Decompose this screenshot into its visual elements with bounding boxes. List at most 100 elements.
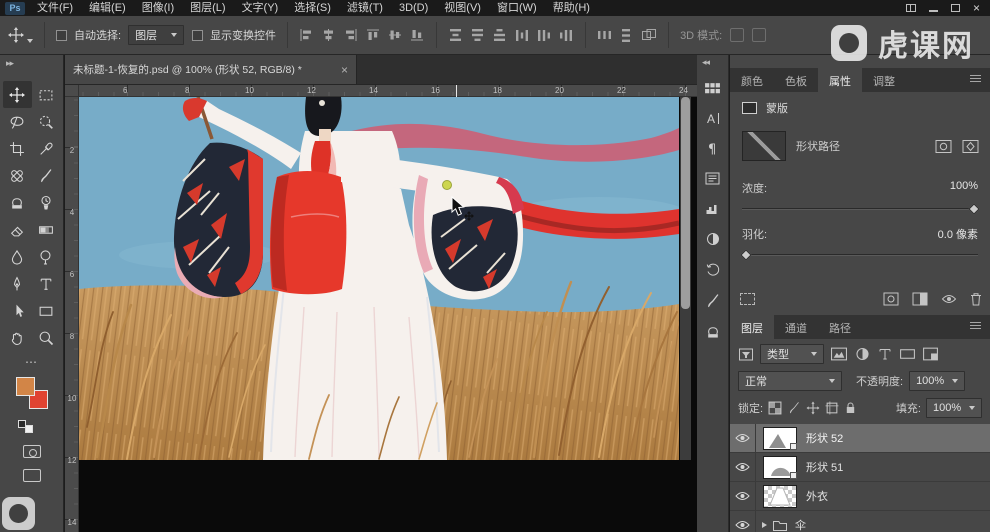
menu-select[interactable]: 选择(S): [286, 0, 339, 16]
layer-row-shape-51[interactable]: 形状 51: [730, 453, 990, 482]
layer-visibility-toggle[interactable]: [730, 511, 756, 532]
density-value[interactable]: 100%: [950, 180, 978, 192]
layer-row-shape-52[interactable]: 形状 52: [730, 424, 990, 453]
delete-mask-trash-icon[interactable]: [970, 292, 982, 306]
lock-image-icon[interactable]: [787, 401, 801, 415]
histogram-panel-icon[interactable]: [704, 201, 721, 216]
eyedropper-tool[interactable]: [32, 135, 61, 162]
spot-healing-brush-tool[interactable]: [3, 162, 32, 189]
distribute-horizontal-centers-icon[interactable]: [537, 28, 552, 42]
quick-selection-tool[interactable]: [32, 108, 61, 135]
distribute-horizontal-spacing-icon[interactable]: [597, 28, 612, 42]
adjustments-panel-icon[interactable]: [705, 231, 721, 247]
tab-paths[interactable]: 路径: [818, 315, 862, 339]
mask-visibility-eye-icon[interactable]: [941, 294, 957, 304]
crop-tool[interactable]: [3, 135, 32, 162]
close-document-icon[interactable]: ×: [341, 63, 348, 77]
minimize-icon[interactable]: [929, 10, 938, 12]
panel-menu-icon[interactable]: [970, 75, 981, 76]
align-vertical-centers-icon[interactable]: [388, 28, 403, 42]
layer-name[interactable]: 形状 51: [806, 459, 843, 475]
load-selection-from-mask-icon[interactable]: [740, 293, 755, 305]
lasso-tool[interactable]: [3, 108, 32, 135]
add-pixel-mask-icon[interactable]: [935, 139, 953, 154]
group-disclosure-icon[interactable]: [762, 522, 767, 528]
canvas-pasteboard[interactable]: [79, 97, 697, 532]
opacity-dropdown[interactable]: 100%: [909, 371, 965, 391]
distribute-left-edges-icon[interactable]: [515, 28, 530, 42]
tab-channels[interactable]: 通道: [774, 315, 818, 339]
feather-slider[interactable]: [742, 250, 978, 260]
edit-toolbar-icon[interactable]: ⋯: [25, 355, 38, 369]
dodge-tool[interactable]: [32, 243, 61, 270]
distribute-vertical-centers-icon[interactable]: [470, 28, 485, 42]
distribute-bottom-edges-icon[interactable]: [492, 28, 507, 42]
pen-tool[interactable]: [3, 270, 32, 297]
feather-value[interactable]: 0.0 像素: [938, 226, 978, 242]
panel-menu-icon[interactable]: [970, 322, 981, 323]
rectangle-shape-tool[interactable]: [32, 297, 61, 324]
layer-thumbnail[interactable]: [763, 456, 797, 479]
close-window-icon[interactable]: ×: [973, 2, 980, 14]
layer-thumbnail[interactable]: [763, 427, 797, 450]
blend-mode-dropdown[interactable]: 正常: [738, 371, 842, 391]
maximize-icon[interactable]: [951, 4, 960, 12]
canvas-artwork[interactable]: [79, 97, 679, 460]
layer-visibility-toggle[interactable]: [730, 453, 756, 481]
clone-source-panel-icon[interactable]: [705, 324, 721, 340]
menu-filter[interactable]: 滤镜(T): [339, 0, 391, 16]
menu-window[interactable]: 窗口(W): [489, 0, 545, 16]
auto-select-checkbox[interactable]: [56, 30, 67, 41]
layer-row-coat[interactable]: 外衣: [730, 482, 990, 511]
scrollbar-thumb[interactable]: [681, 97, 690, 309]
ruler-corner[interactable]: [65, 85, 79, 97]
menu-type[interactable]: 文字(Y): [234, 0, 287, 16]
filter-smart-objects-icon[interactable]: [922, 346, 939, 362]
horizontal-ruler[interactable]: 6 8 10 12 14 16 18 20 22 24: [79, 85, 697, 97]
add-vector-mask-icon[interactable]: [962, 139, 980, 154]
tab-adjustments[interactable]: 调整: [862, 68, 906, 92]
document-tab[interactable]: 未标题-1-恢复的.psd @ 100% (形状 52, RGB/8) * ×: [65, 55, 357, 84]
tab-properties[interactable]: 属性: [818, 68, 862, 92]
lock-transparency-icon[interactable]: [768, 401, 782, 415]
filter-adjustment-layers-icon[interactable]: [854, 346, 871, 362]
align-horizontal-centers-icon[interactable]: [321, 28, 336, 42]
brush-settings-panel-icon[interactable]: [705, 293, 721, 309]
info-panel-icon[interactable]: [704, 171, 721, 186]
history-brush-tool[interactable]: [32, 189, 61, 216]
layer-visibility-toggle[interactable]: [730, 424, 756, 452]
hand-tool[interactable]: [3, 324, 32, 351]
layer-filter-type-dropdown[interactable]: 类型: [760, 344, 824, 364]
move-tool[interactable]: [3, 81, 32, 108]
menu-image[interactable]: 图像(I): [134, 0, 182, 16]
filter-type-layers-icon[interactable]: [877, 346, 893, 362]
vertical-ruler[interactable]: 2 4 6 8 10 12 14: [65, 97, 79, 532]
clone-stamp-tool[interactable]: [3, 189, 32, 216]
density-slider[interactable]: [742, 204, 978, 214]
paragraph-panel-icon[interactable]: ¶: [705, 141, 721, 156]
threed-mode-icon[interactable]: [730, 28, 744, 42]
lock-all-icon[interactable]: [844, 401, 857, 415]
lock-artboard-icon[interactable]: [825, 401, 839, 415]
density-slider-thumb[interactable]: [968, 203, 979, 214]
zoom-tool[interactable]: [32, 324, 61, 351]
tab-layers[interactable]: 图层: [730, 315, 774, 339]
threed-mode-icon[interactable]: [752, 28, 766, 42]
filter-pixel-layers-icon[interactable]: [830, 346, 848, 362]
blur-tool[interactable]: [3, 243, 32, 270]
expand-panels-icon[interactable]: ◂◂: [697, 55, 714, 70]
align-left-edges-icon[interactable]: [299, 28, 314, 42]
apply-mask-icon[interactable]: [883, 292, 899, 306]
feather-slider-thumb[interactable]: [740, 249, 751, 260]
rectangular-marquee-tool[interactable]: [32, 81, 61, 108]
show-transform-checkbox[interactable]: [192, 30, 203, 41]
layer-thumbnail[interactable]: [763, 485, 797, 508]
vertical-scrollbar[interactable]: [680, 97, 691, 460]
align-bottom-edges-icon[interactable]: [410, 28, 425, 42]
menu-edit[interactable]: 编辑(E): [81, 0, 134, 16]
gradient-tool[interactable]: [32, 216, 61, 243]
layer-name[interactable]: 形状 52: [806, 430, 843, 446]
layer-row-umbrella-group[interactable]: 伞: [730, 511, 990, 532]
tab-color[interactable]: 颜色: [730, 68, 774, 92]
foreground-color-swatch[interactable]: [16, 377, 35, 396]
